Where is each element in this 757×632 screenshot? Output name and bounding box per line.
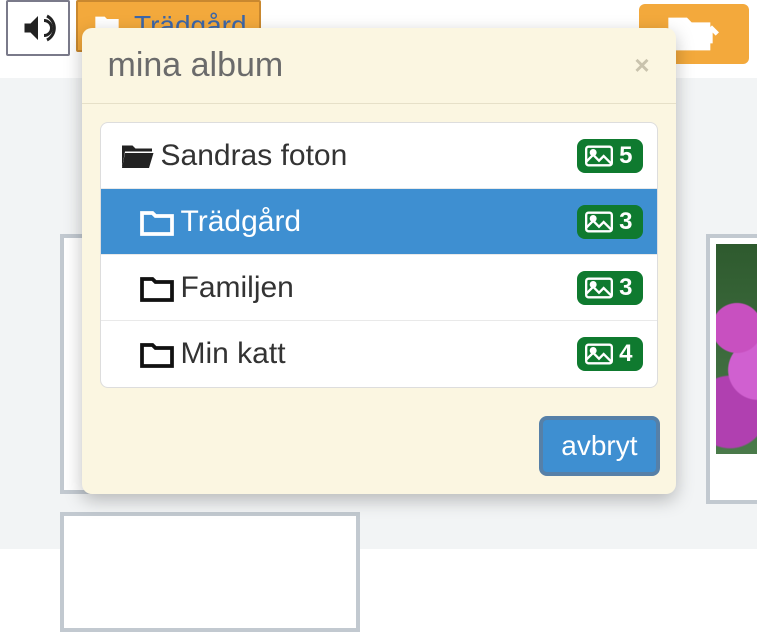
image-icon	[585, 145, 613, 167]
image-icon	[585, 343, 613, 365]
album-label: Familjen	[181, 271, 578, 305]
photo-count-badge: 5	[577, 139, 642, 173]
photo-count: 3	[619, 274, 632, 302]
cancel-button[interactable]: avbryt	[539, 416, 659, 476]
folder-open-icon	[117, 141, 161, 171]
album-label: Sandras foton	[161, 139, 578, 173]
modal-footer: avbryt	[82, 404, 676, 494]
folder-icon	[137, 339, 181, 369]
album-picker-modal: mina album × Sandras foton	[82, 28, 676, 494]
photo-count-badge: 3	[577, 271, 642, 305]
photo-count-badge: 4	[577, 337, 642, 371]
modal-backdrop: mina album × Sandras foton	[0, 0, 757, 549]
album-row-sandras-foton[interactable]: Sandras foton 5	[101, 123, 657, 189]
modal-body: Sandras foton 5	[82, 104, 676, 404]
close-icon[interactable]: ×	[634, 50, 649, 81]
photo-count: 3	[619, 208, 632, 236]
photo-count: 4	[619, 340, 632, 368]
album-label: Min katt	[181, 337, 578, 371]
photo-count-badge: 3	[577, 205, 642, 239]
photo-count: 5	[619, 142, 632, 170]
album-row-min-katt[interactable]: Min katt 4	[101, 321, 657, 387]
modal-title: mina album	[108, 46, 284, 85]
album-row-tradgard[interactable]: Trädgård 3	[101, 189, 657, 255]
modal-header: mina album ×	[82, 28, 676, 104]
image-icon	[585, 211, 613, 233]
album-row-familjen[interactable]: Familjen 3	[101, 255, 657, 321]
album-label: Trädgård	[181, 205, 578, 239]
image-icon	[585, 277, 613, 299]
folder-icon	[137, 207, 181, 237]
album-list: Sandras foton 5	[100, 122, 658, 388]
folder-icon	[137, 273, 181, 303]
